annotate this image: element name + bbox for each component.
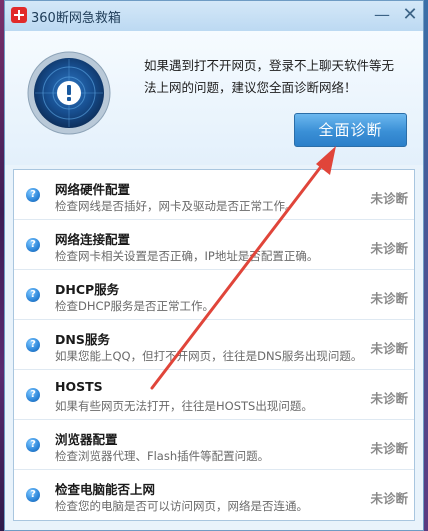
list-item-dhcp[interactable]: ? DHCP服务 检查DHCP服务是否正常工作。 未诊断 [14,270,414,320]
item-title: 网络硬件配置 [55,182,131,197]
item-desc: 检查浏览器代理、Flash插件等配置问题。 [55,449,270,463]
item-desc: 检查网线是否插好，网卡及驱动是否正常工作。 [55,199,297,213]
title-bar[interactable]: 360断网急救箱 — ✕ [5,1,423,31]
close-icon: ✕ [402,4,418,25]
desktop-background-right [424,0,428,531]
item-title: 网络连接配置 [55,232,131,247]
first-aid-window: 360断网急救箱 — ✕ 如果遇到打不开网页，登录不上聊天软件等无法上网的问题，… [4,0,424,531]
list-item-connection[interactable]: ? 网络连接配置 检查网卡相关设置是否正确，IP地址是否配置正确。 未诊断 [14,220,414,270]
item-status: 未诊断 [370,191,408,206]
diagnosis-list: ? 网络硬件配置 检查网线是否插好，网卡及驱动是否正常工作。 未诊断 ? 网络连… [13,169,415,521]
list-item-internet-check[interactable]: ? 检查电脑能否上网 检查您的电脑是否可以访问网页，网络是否连通。 未诊断 [14,470,414,520]
item-title: 检查电脑能否上网 [55,482,156,497]
window-title: 360断网急救箱 [31,11,121,26]
question-icon: ? [26,488,40,502]
list-item-dns[interactable]: ? DNS服务 如果您能上QQ，但打不开网页，往往是DNS服务出现问题。 未诊断 [14,320,414,370]
item-title: DNS服务 [55,332,110,347]
item-status: 未诊断 [370,241,408,256]
item-title: DHCP服务 [55,282,120,297]
list-item-browser[interactable]: ? 浏览器配置 检查浏览器代理、Flash插件等配置问题。 未诊断 [14,420,414,470]
question-icon: ? [26,238,40,252]
question-icon: ? [26,388,40,402]
item-desc: 如果有些网页无法打开，往往是HOSTS出现问题。 [55,399,313,413]
list-item-hosts[interactable]: ? HOSTS 如果有些网页无法打开，往往是HOSTS出现问题。 未诊断 [14,370,414,420]
minimize-icon: — [374,5,390,24]
item-desc: 检查DHCP服务是否正常工作。 [55,299,214,313]
minimize-button[interactable]: — [371,5,393,25]
item-desc: 检查网卡相关设置是否正确，IP地址是否配置正确。 [55,249,319,263]
question-icon: ? [26,438,40,452]
list-item-hardware[interactable]: ? 网络硬件配置 检查网线是否插好，网卡及驱动是否正常工作。 未诊断 [14,170,414,220]
first-aid-icon [11,7,27,23]
question-icon: ? [26,288,40,302]
item-desc: 如果您能上QQ，但打不开网页，往往是DNS服务出现问题。 [55,349,363,363]
item-status: 未诊断 [370,291,408,306]
item-status: 未诊断 [370,341,408,356]
question-icon: ? [26,338,40,352]
item-title: 浏览器配置 [55,432,118,447]
item-status: 未诊断 [370,441,408,456]
full-diagnose-button[interactable]: 全面诊断 [294,113,407,147]
item-status: 未诊断 [370,391,408,406]
item-title: HOSTS [55,379,103,394]
close-button[interactable]: ✕ [399,5,421,25]
alert-radar-icon [27,51,111,135]
item-status: 未诊断 [370,491,408,506]
question-icon: ? [26,188,40,202]
item-desc: 检查您的电脑是否可以访问网页，网络是否连通。 [55,499,308,513]
header-panel: 如果遇到打不开网页，登录不上聊天软件等无法上网的问题，建议您全面诊断网络！ 全面… [5,31,423,165]
intro-message: 如果遇到打不开网页，登录不上聊天软件等无法上网的问题，建议您全面诊断网络！ [144,58,395,95]
